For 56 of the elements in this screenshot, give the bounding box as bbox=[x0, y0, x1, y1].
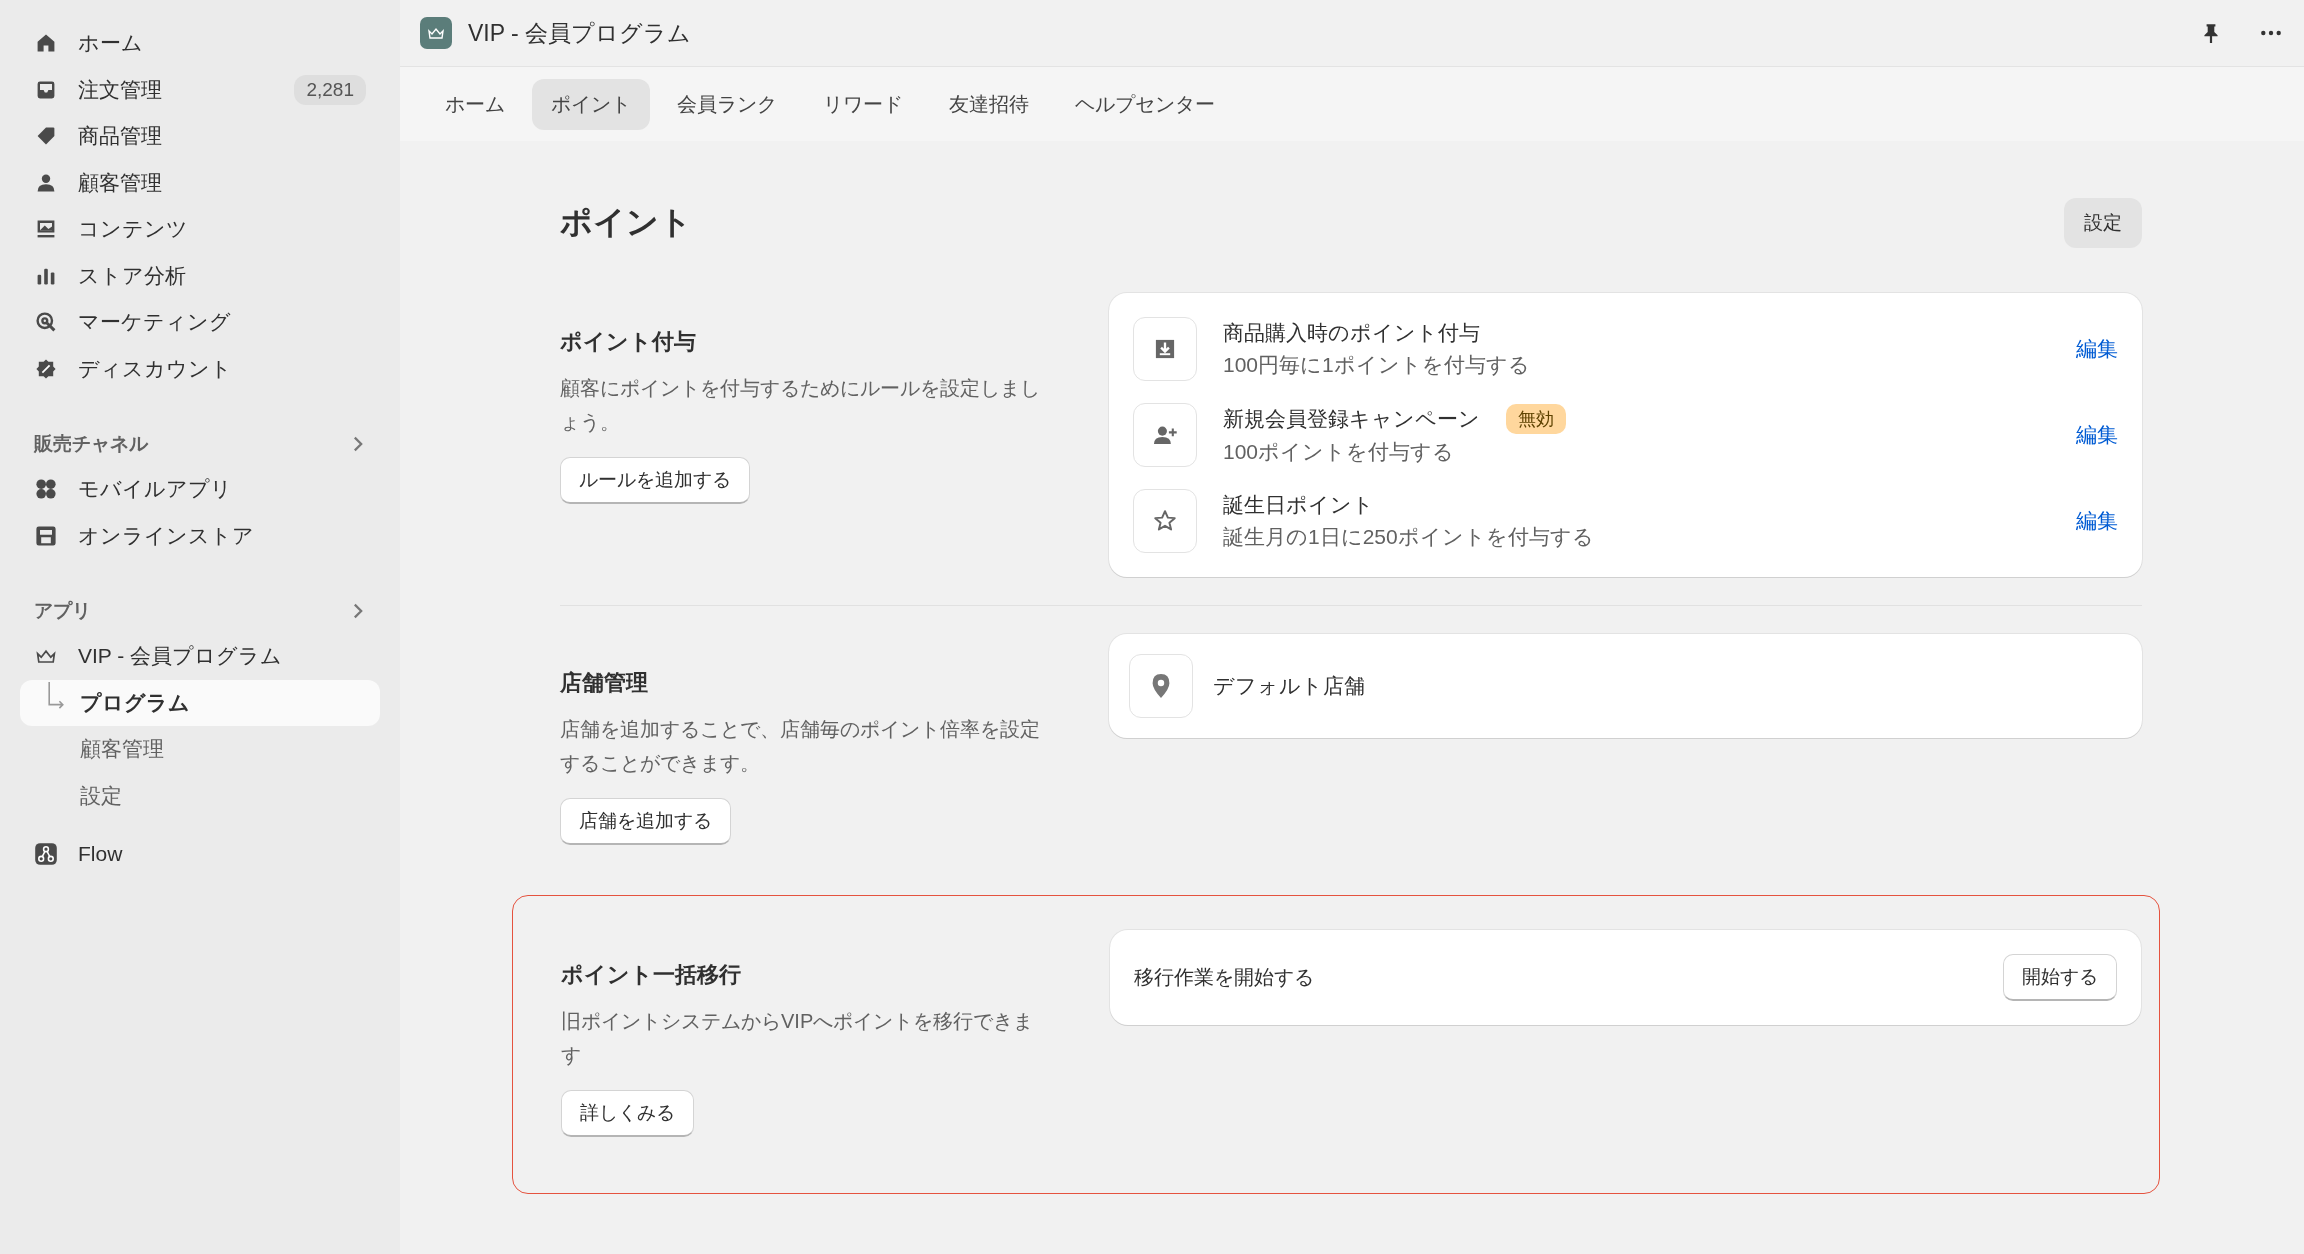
app-title: VIP - 会員プログラム bbox=[468, 18, 692, 48]
sidebar-item[interactable]: マーケティング bbox=[20, 299, 380, 346]
edit-link[interactable]: 編集 bbox=[2076, 507, 2118, 535]
section-title: 店舗管理 bbox=[560, 669, 649, 697]
section-description: 顧客にポイントを付与するためにルールを設定しましょう。 bbox=[560, 376, 1041, 435]
tab[interactable]: リワード bbox=[804, 78, 922, 130]
sidebar-subitem[interactable]: 顧客管理 bbox=[20, 726, 380, 773]
download-icon bbox=[1133, 317, 1197, 381]
sidebar-item[interactable]: 注文管理 2,281 bbox=[20, 66, 380, 113]
sidebar-item[interactable]: 商品管理 bbox=[20, 113, 380, 160]
tab[interactable]: 友達招待 bbox=[930, 78, 1048, 130]
rule-description: 100円毎に1ポイントを付与する bbox=[1223, 352, 1531, 378]
settings-button[interactable]: 設定 bbox=[2064, 198, 2142, 248]
section-button[interactable]: 店舗を追加する bbox=[560, 798, 731, 845]
task-label: 移行作業を開始する bbox=[1134, 965, 1314, 990]
add-person-icon bbox=[1133, 403, 1197, 467]
section-button[interactable]: 詳しくみる bbox=[561, 1090, 694, 1137]
tab[interactable]: ヘルプセンター bbox=[1056, 78, 1234, 130]
section-title: ポイント一括移行 bbox=[561, 961, 742, 989]
crown-icon bbox=[420, 17, 452, 49]
section-button[interactable]: ルールを追加する bbox=[560, 457, 750, 504]
store-name: デフォルト店舗 bbox=[1213, 673, 1365, 699]
storefront-icon bbox=[34, 523, 58, 548]
section-title: ポイント付与 bbox=[560, 328, 697, 356]
sidebar-subitem[interactable]: 設定 bbox=[20, 772, 380, 819]
rule-description: 誕生月の1日に250ポイントを付与する bbox=[1223, 524, 1595, 550]
edit-link[interactable]: 編集 bbox=[2076, 335, 2118, 363]
sidebar-item[interactable]: オンラインストア bbox=[20, 512, 380, 559]
sidebar-item[interactable]: VIP - 会員プログラム bbox=[20, 633, 380, 680]
tab[interactable]: 会員ランク bbox=[658, 78, 796, 130]
sidebar-item[interactable]: ホーム bbox=[20, 20, 380, 67]
status-badge: 無効 bbox=[1506, 404, 1566, 434]
sidebar-item[interactable]: Flow bbox=[20, 831, 380, 878]
section-description: 旧ポイントシステムからVIPへポイントを移行できます bbox=[561, 1009, 1035, 1068]
rule-title: 誕生日ポイント bbox=[1223, 492, 1374, 518]
section-heading: 販売チャネル bbox=[34, 432, 148, 456]
start-button[interactable]: 開始する bbox=[2003, 954, 2117, 1001]
location-pin-icon bbox=[1129, 654, 1193, 718]
section-description: 店舗を追加することで、店舗毎のポイント倍率を設定することができます。 bbox=[560, 717, 1041, 776]
sidebar-item[interactable]: モバイルアプリ bbox=[20, 466, 380, 513]
flow-icon bbox=[34, 842, 58, 867]
tab[interactable]: ポイント bbox=[532, 78, 650, 130]
rule-title: 新規会員登録キャンペーン bbox=[1223, 406, 1480, 432]
petals-icon bbox=[34, 477, 58, 502]
rule-description: 100ポイントを付与する bbox=[1223, 439, 1456, 465]
rule-title: 商品購入時のポイント付与 bbox=[1223, 320, 1480, 346]
page-title: ポイント bbox=[560, 203, 692, 242]
tab[interactable]: ホーム bbox=[426, 78, 524, 130]
sidebar-item[interactable]: コンテンツ bbox=[20, 206, 380, 253]
sidebar-subitem[interactable]: プログラム bbox=[20, 679, 380, 726]
sidebar-item[interactable]: ストア分析 bbox=[20, 252, 380, 299]
sidebar-item[interactable]: 顧客管理 bbox=[20, 159, 380, 206]
sidebar-item[interactable]: ディスカウント bbox=[20, 345, 380, 392]
order-count-badge: 2,281 bbox=[294, 74, 366, 105]
edit-link[interactable]: 編集 bbox=[2076, 421, 2118, 449]
section-heading: アプリ bbox=[34, 599, 91, 623]
